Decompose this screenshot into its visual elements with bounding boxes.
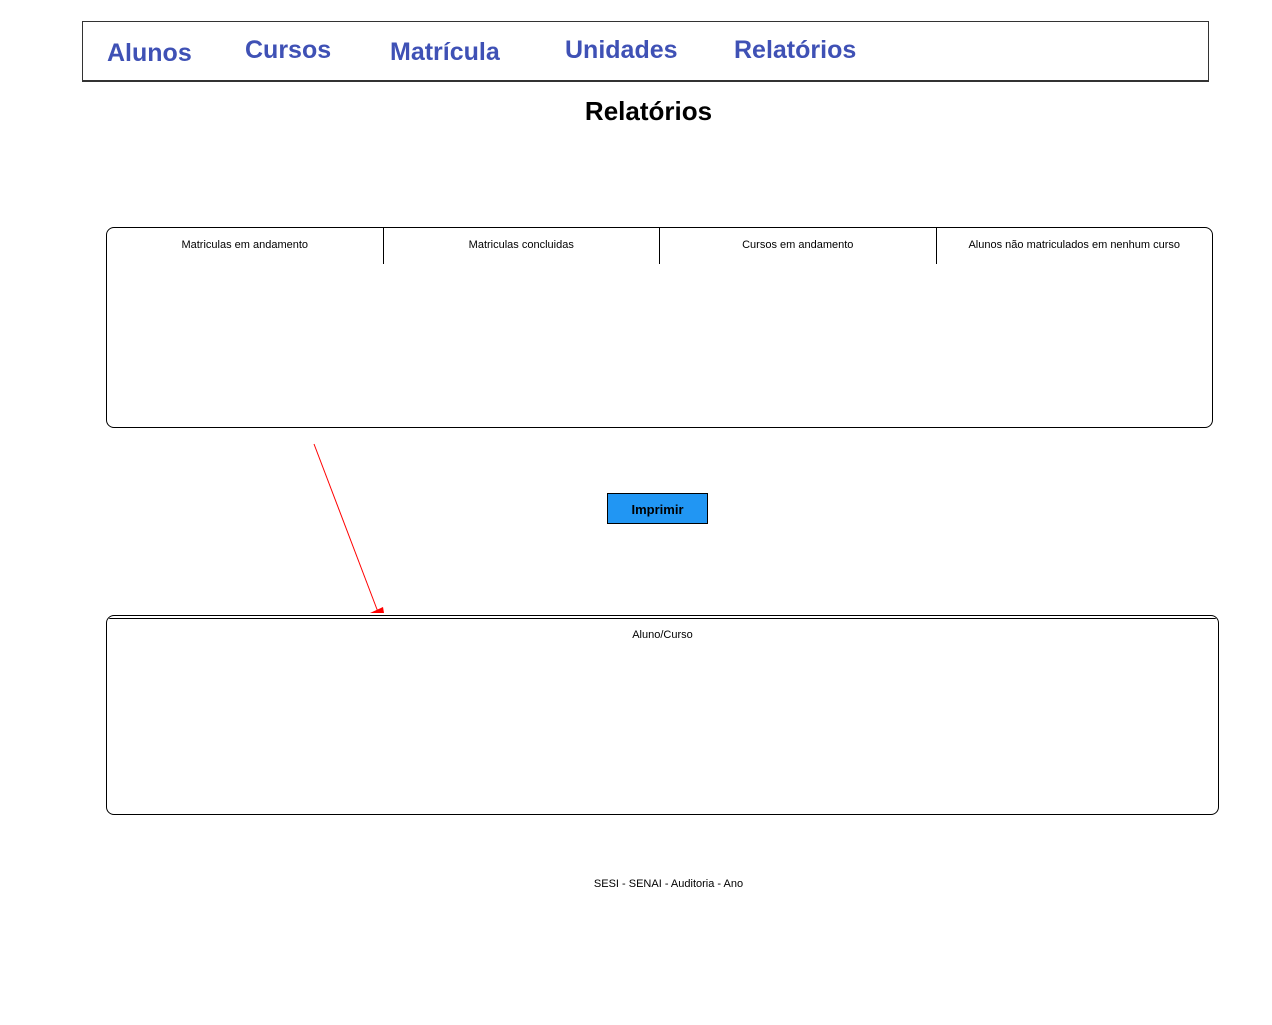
tab-label: Matriculas concluidas <box>468 239 574 251</box>
page-title: Relatórios <box>584 96 713 126</box>
connector-line <box>313 443 379 613</box>
tab-cursos-em-andamento[interactable]: Cursos em andamento <box>659 228 936 264</box>
nav-link-alunos[interactable]: Alunos <box>107 39 192 68</box>
aluno-curso-header: Aluno/Curso <box>632 629 693 641</box>
top-navigation-bar: Alunos Cursos Matrícula Unidades Relatór… <box>82 21 1209 82</box>
nav-link-relatorios[interactable]: Relatórios <box>734 36 856 65</box>
print-button[interactable]: Imprimir <box>607 493 708 524</box>
tab-label: Alunos não matriculados em nenhum curso <box>968 239 1181 251</box>
aluno-curso-panel: Aluno/Curso <box>106 615 1219 815</box>
nav-link-unidades[interactable]: Unidades <box>565 36 678 65</box>
tab-alunos-nao-matriculados[interactable]: Alunos não matriculados em nenhum curso <box>935 228 1213 264</box>
tab-label: Cursos em andamento <box>742 239 854 251</box>
report-tab-row: Matriculas em andamento Matriculas concl… <box>107 228 1212 264</box>
footer-text: SESI - SENAI - Auditoria - Ano <box>593 878 744 890</box>
tab-label: Matriculas em andamento <box>181 239 309 251</box>
nav-link-matricula[interactable]: Matrícula <box>390 38 500 67</box>
nav-link-cursos[interactable]: Cursos <box>245 36 331 65</box>
report-tabs-panel: Matriculas em andamento Matriculas concl… <box>106 227 1213 428</box>
connector-arrowhead-icon <box>370 607 384 613</box>
tab-matriculas-concluidas[interactable]: Matriculas concluidas <box>382 228 660 264</box>
tab-matriculas-em-andamento[interactable]: Matriculas em andamento <box>107 228 383 264</box>
